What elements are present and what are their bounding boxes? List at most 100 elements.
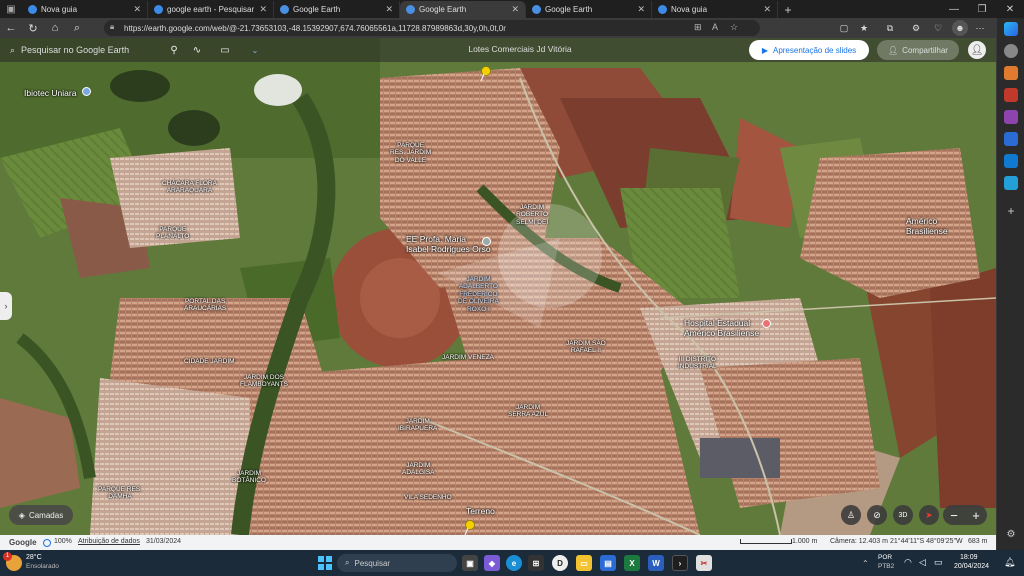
translate-icon[interactable]: ⊞: [694, 22, 702, 33]
tray-chevron-icon[interactable]: ⌃: [862, 559, 869, 568]
edge-browser-icon[interactable]: e: [506, 555, 522, 571]
refresh-icon[interactable]: ↻: [22, 18, 44, 38]
tab-close-icon[interactable]: ✕: [385, 4, 393, 15]
weather-desc[interactable]: Ensolarado: [26, 563, 59, 570]
windows-icon[interactable]: ⊞: [528, 555, 544, 571]
map-label-terreno[interactable]: Terreno: [466, 506, 495, 516]
split-screen-icon[interactable]: ▢: [836, 20, 852, 36]
earth-search[interactable]: ⌕ Pesquisar no Google Earth: [10, 42, 158, 58]
map-label-ee-profa[interactable]: EE Profa. Maria Isabel Rodrigues Orso: [406, 234, 491, 254]
wifi-icon[interactable]: ◠: [904, 557, 912, 568]
weather-temp[interactable]: 28°C: [26, 554, 42, 561]
browser-tab[interactable]: Google Earth ✕: [274, 1, 400, 18]
measure-path-icon[interactable]: ∿: [188, 42, 206, 58]
browser-tab[interactable]: google earth - Pesquisar ✕: [148, 1, 274, 18]
terminal-icon[interactable]: ›: [672, 555, 688, 571]
share-button[interactable]: 👤︎ Compartilhar: [877, 40, 959, 60]
tools-icon[interactable]: [1004, 88, 1018, 102]
volume-icon[interactable]: ◁: [919, 557, 926, 568]
back-icon[interactable]: ←: [0, 18, 22, 38]
favorites-icon[interactable]: ★: [856, 20, 872, 36]
satellite-map[interactable]: Ibiotec Uniara PARQUE RES. JARDIM DO VALLE…: [0, 38, 996, 535]
start-windows-icon[interactable]: [317, 555, 333, 571]
location-off-icon[interactable]: ⊘: [867, 505, 887, 525]
more-menu-icon[interactable]: ⋯: [972, 20, 988, 36]
pegman-icon[interactable]: ♙: [841, 505, 861, 525]
extensions-icon[interactable]: ⚙: [908, 20, 924, 36]
task-view-icon[interactable]: ▣: [462, 555, 478, 571]
sidebar-settings-icon[interactable]: ⚙: [1004, 528, 1018, 542]
clock-time[interactable]: 18:09: [960, 554, 978, 561]
language-sub[interactable]: PTB2: [878, 563, 894, 570]
store-icon[interactable]: ▤: [600, 555, 616, 571]
expand-panel-handle[interactable]: ›: [0, 292, 12, 320]
home-icon[interactable]: ⌂: [44, 18, 66, 38]
map-label-ibiotec[interactable]: Ibiotec Uniara: [24, 88, 76, 98]
add-sidebar-app-icon[interactable]: +: [1004, 204, 1018, 218]
browser-tab[interactable]: Google Earth ✕: [400, 1, 526, 18]
address-bar[interactable]: 🔒︎ https://earth.google.com/web/@-21.736…: [104, 20, 760, 36]
compass-icon[interactable]: ➤: [919, 505, 939, 525]
excel-icon[interactable]: X: [624, 555, 640, 571]
browser-tab[interactable]: Nova guia ✕: [652, 1, 778, 18]
zoom-in-button[interactable]: +: [972, 508, 980, 523]
close-window-button[interactable]: ✕: [996, 0, 1024, 18]
search-icon[interactable]: ⌕: [66, 18, 88, 38]
projects-icon[interactable]: ▭: [216, 42, 234, 58]
tab-close-icon[interactable]: ✕: [763, 4, 771, 15]
project-title: Lotes Comerciais Jd Vitória: [468, 44, 572, 54]
elevation: 683 m: [968, 538, 988, 545]
account-avatar[interactable]: 👤︎: [968, 41, 986, 59]
data-attribution-link[interactable]: Atribuição de dados: [78, 538, 140, 545]
tab-close-icon[interactable]: ✕: [133, 4, 141, 15]
tab-close-icon[interactable]: ✕: [637, 4, 645, 15]
battery-icon[interactable]: ▭: [934, 557, 943, 568]
map-label-jardim-botanico: JARDIM BOTÂNICO: [232, 470, 266, 485]
copilot-icon[interactable]: [1004, 22, 1018, 36]
workspaces-icon[interactable]: ▣: [0, 0, 22, 18]
search-sidebar-icon[interactable]: [1004, 44, 1018, 58]
snipping-tool-icon[interactable]: ✂: [696, 555, 712, 571]
yellow-pushpin-icon[interactable]: [462, 520, 476, 535]
microsoft-365-icon[interactable]: [1004, 132, 1018, 146]
browser-tab[interactable]: Nova guia ✕: [22, 1, 148, 18]
browser-tab[interactable]: Google Earth ✕: [526, 1, 652, 18]
clock-date[interactable]: 20/04/2024: [954, 563, 989, 570]
tab-favicon-icon: [658, 5, 667, 14]
taskbar-search[interactable]: ⌕ Pesquisar: [337, 554, 457, 572]
chevron-down-icon[interactable]: ⌄: [246, 42, 264, 58]
zoom-out-button[interactable]: −: [950, 508, 958, 523]
map-label-americo[interactable]: Américo Brasiliense: [906, 216, 948, 236]
browser-essentials-icon[interactable]: ♡: [930, 20, 946, 36]
layers-button[interactable]: ◈ Camadas: [9, 505, 73, 525]
read-aloud-icon[interactable]: A: [712, 22, 718, 32]
profile-avatar[interactable]: ☻: [952, 20, 968, 36]
earth-search-input[interactable]: Pesquisar no Google Earth: [21, 45, 129, 55]
collections-icon[interactable]: ⧉: [882, 20, 898, 36]
maximize-button[interactable]: ❐: [968, 0, 996, 18]
file-explorer-icon[interactable]: ▭: [576, 555, 592, 571]
yellow-pushpin-icon[interactable]: [478, 66, 492, 82]
place-pin-icon[interactable]: [82, 87, 91, 96]
earth-status-bar: Google 100% Atribuição de dados 31/03/20…: [0, 535, 996, 550]
new-tab-button[interactable]: +: [778, 1, 798, 18]
school-pin-icon[interactable]: [482, 237, 491, 246]
favorite-star-icon[interactable]: ☆: [730, 22, 738, 33]
tab-close-icon[interactable]: ✕: [259, 4, 267, 15]
minimize-button[interactable]: —: [940, 0, 968, 18]
map-label-hospital[interactable]: Hospital Estadual Américo Brasiliense: [684, 318, 759, 338]
word-icon[interactable]: W: [648, 555, 664, 571]
language-indicator[interactable]: POR: [878, 554, 892, 561]
voyager-pin-icon[interactable]: ⚲: [165, 42, 183, 58]
tab-close-icon[interactable]: ✕: [511, 4, 519, 15]
teams-chat-icon[interactable]: ◆: [484, 555, 500, 571]
games-icon[interactable]: [1004, 110, 1018, 124]
slideshow-button[interactable]: ▶ Apresentação de slides: [749, 40, 869, 60]
hospital-pin-icon[interactable]: [762, 319, 771, 328]
outlook-icon[interactable]: [1004, 154, 1018, 168]
view-3d-button[interactable]: 3D: [893, 505, 913, 525]
dell-icon[interactable]: D: [552, 555, 568, 571]
telegram-icon[interactable]: [1004, 176, 1018, 190]
shopping-icon[interactable]: [1004, 66, 1018, 80]
notifications-bell-icon[interactable]: 🔔︎: [1004, 557, 1015, 568]
